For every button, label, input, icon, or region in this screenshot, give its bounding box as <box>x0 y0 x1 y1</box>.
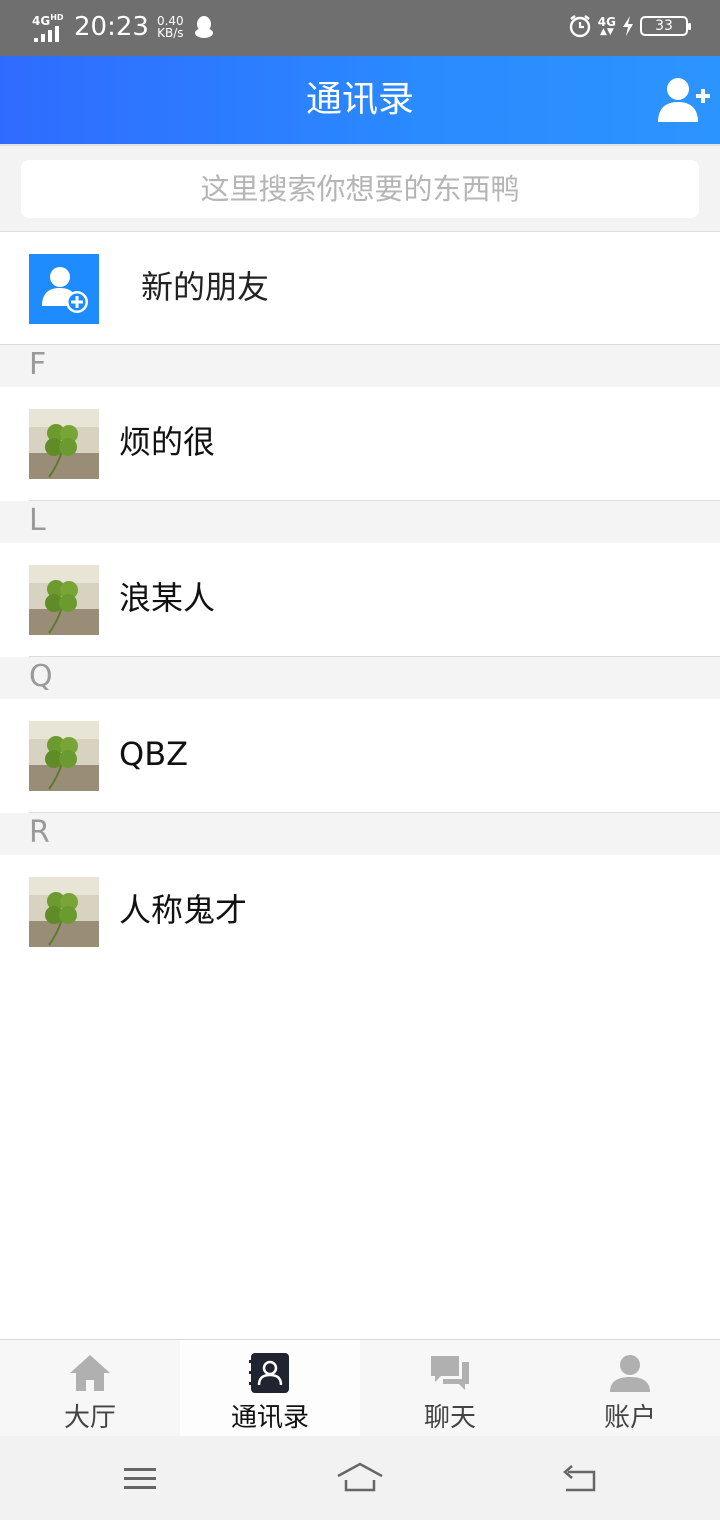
contact-row[interactable]: 烦的很 <box>0 387 720 501</box>
menu-icon[interactable] <box>120 1460 160 1496</box>
tab-label: 大厅 <box>63 1403 116 1433</box>
network-hd-label: HD <box>50 13 64 22</box>
section-letter: Q <box>29 659 53 694</box>
app-header: 通讯录 <box>0 56 720 144</box>
network-4g-indicator: 4G ▲▼ <box>597 14 616 37</box>
avatar <box>29 877 99 947</box>
contact-name: 烦的很 <box>119 423 216 461</box>
tab-label: 聊天 <box>423 1403 476 1433</box>
section-header-l: L <box>0 501 720 543</box>
network-right-label: 4G <box>597 14 616 29</box>
tab-account[interactable]: 账户 <box>540 1340 720 1437</box>
new-friends-label: 新的朋友 <box>141 268 270 306</box>
status-bar: 4GHD 20:23 0.40 KB/s 4G ▲▼ 33 <box>0 0 720 56</box>
home-nav-icon[interactable] <box>336 1460 384 1496</box>
battery-indicator: 33 <box>640 16 691 36</box>
contact-row[interactable]: QBZ <box>0 699 720 813</box>
section-letter: L <box>29 503 46 538</box>
tab-label: 账户 <box>603 1403 656 1433</box>
battery-level: 33 <box>655 18 673 34</box>
section-letter: R <box>29 815 50 850</box>
alarm-icon <box>569 15 590 38</box>
qq-penguin-icon <box>194 16 213 38</box>
network-speed-unit: KB/s <box>157 26 184 40</box>
person-icon <box>610 1355 650 1392</box>
contact-row[interactable]: 浪某人 <box>0 543 720 657</box>
contact-name: 人称鬼才 <box>119 891 248 929</box>
avatar <box>29 565 99 635</box>
tab-hall[interactable]: 大厅 <box>0 1340 180 1437</box>
system-navigation-bar <box>0 1436 720 1520</box>
new-friends-row[interactable]: 新的朋友 <box>0 232 720 345</box>
search-bar <box>0 144 720 232</box>
section-header-f: F <box>0 345 720 387</box>
signal-bars-icon <box>34 26 59 42</box>
contact-row[interactable]: 人称鬼才 <box>0 855 720 969</box>
tab-chat[interactable]: 聊天 <box>360 1340 540 1437</box>
page-title: 通讯录 <box>305 79 414 120</box>
charging-bolt-icon <box>623 16 633 36</box>
home-icon <box>70 1355 110 1391</box>
add-contact-icon[interactable] <box>656 76 710 124</box>
chat-bubbles-icon <box>431 1356 469 1390</box>
section-header-q: Q <box>0 657 720 699</box>
tab-label: 通讯录 <box>230 1403 309 1433</box>
contact-name: 浪某人 <box>119 579 216 617</box>
contacts-book-icon <box>249 1353 289 1393</box>
contact-name: QBZ <box>119 735 189 773</box>
search-input[interactable] <box>21 160 699 218</box>
clock: 20:23 <box>74 12 149 42</box>
avatar <box>29 409 99 479</box>
add-friend-icon <box>29 254 99 324</box>
section-header-r: R <box>0 813 720 855</box>
network-speed: 0.40 KB/s <box>157 15 184 39</box>
back-icon[interactable] <box>560 1460 600 1496</box>
signal-indicator: 4GHD <box>32 12 68 42</box>
section-letter: F <box>29 347 47 382</box>
avatar <box>29 721 99 791</box>
bottom-tab-bar: 大厅 通讯录 聊天 账户 <box>0 1339 720 1437</box>
tab-contacts[interactable]: 通讯录 <box>180 1340 360 1437</box>
